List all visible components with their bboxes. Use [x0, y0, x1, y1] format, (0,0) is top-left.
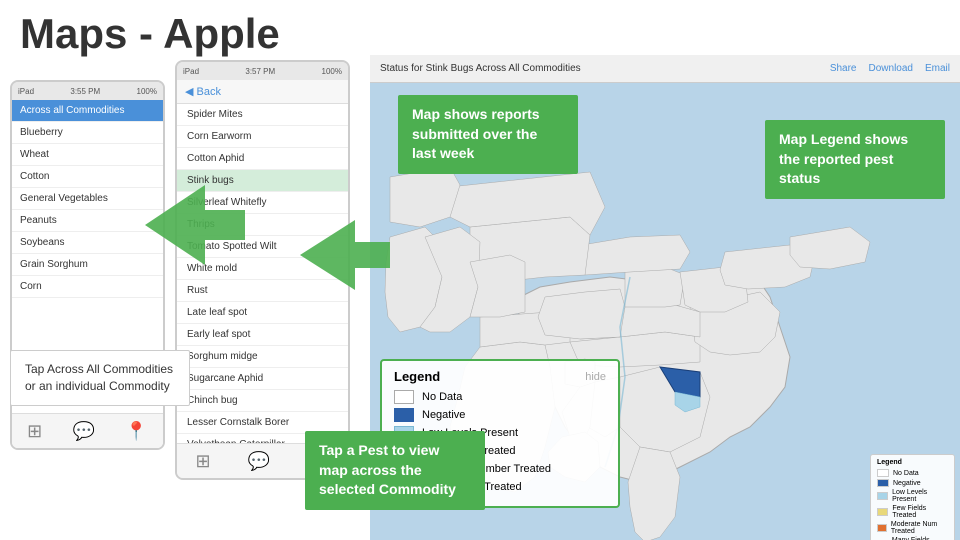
battery-right: 100% — [322, 67, 342, 76]
ls-low: Low Levels Present — [877, 489, 948, 503]
pest-sorghum-midge[interactable]: Sorghum midge — [177, 346, 348, 368]
negative-label: Negative — [422, 409, 465, 421]
legend-hide-button[interactable]: hide — [585, 371, 606, 383]
pest-corn-earworm[interactable]: Corn Earworm — [177, 126, 348, 148]
commodity-across-all[interactable]: Across all Commodities — [12, 100, 163, 122]
ipad-label-right: iPad — [183, 67, 199, 76]
left-toolbar: ⊞ 💬 📍 — [12, 413, 163, 448]
negative-swatch — [394, 408, 414, 422]
ls-moderate-label: Moderate Num Treated — [891, 521, 948, 535]
toolbar-icon-r1[interactable]: ⊞ — [196, 451, 211, 472]
ls-moderate: Moderate Num Treated — [877, 521, 948, 535]
callout-tap-commodity: Tap Across All Commodities or an individ… — [10, 350, 190, 406]
ls-negative: Negative — [877, 479, 948, 487]
pest-sugarcane[interactable]: Sugarcane Aphid — [177, 368, 348, 390]
no-data-swatch — [394, 390, 414, 404]
ls-no-data-swatch — [877, 469, 889, 477]
legend-no-data: No Data — [394, 390, 606, 404]
callout-map-shows: Map shows reports submitted over the las… — [398, 95, 578, 174]
callout-map-legend: Map Legend shows the reported pest statu… — [765, 120, 945, 199]
share-button[interactable]: Share — [830, 63, 857, 74]
commodity-soybeans[interactable]: Soybeans — [12, 232, 163, 254]
commodity-cotton[interactable]: Cotton — [12, 166, 163, 188]
pest-early-leaf[interactable]: Early leaf spot — [177, 324, 348, 346]
back-button[interactable]: ◀ Back — [185, 85, 221, 98]
pest-cotton-aphid[interactable]: Cotton Aphid — [177, 148, 348, 170]
map-status-bar: Status for Stink Bugs Across All Commodi… — [370, 55, 960, 83]
ls-few-label: Few Fields Treated — [892, 505, 948, 519]
legend-negative: Negative — [394, 408, 606, 422]
status-bar-right: iPad 3:57 PM 100% — [177, 62, 348, 80]
commodity-peanuts[interactable]: Peanuts — [12, 210, 163, 232]
ls-negative-swatch — [877, 479, 889, 487]
battery-left: 100% — [137, 87, 157, 96]
back-bar: ◀ Back — [177, 80, 348, 104]
legend-header: Legend hide — [394, 369, 606, 384]
legend-small-title: Legend — [877, 459, 948, 466]
ls-no-data: No Data — [877, 469, 948, 477]
ls-moderate-swatch — [877, 524, 887, 532]
status-bar-left: iPad 3:55 PM 100% — [12, 82, 163, 100]
arrow-to-left-ipad — [145, 185, 245, 265]
callout-tap-pest: Tap a Pest to view map across the select… — [305, 431, 485, 510]
pest-late-leaf[interactable]: Late leaf spot — [177, 302, 348, 324]
pest-chinch[interactable]: Chinch bug — [177, 390, 348, 412]
map-status-title: Status for Stink Bugs Across All Commodi… — [380, 63, 818, 74]
page-title: Maps - Apple — [20, 10, 280, 58]
pest-spider-mites[interactable]: Spider Mites — [177, 104, 348, 126]
commodity-general-veg[interactable]: General Vegetables — [12, 188, 163, 210]
time-right: 3:57 PM — [245, 67, 275, 76]
ls-negative-label: Negative — [893, 480, 921, 487]
time-left: 3:55 PM — [70, 87, 100, 96]
download-button[interactable]: Download — [869, 63, 913, 74]
commodity-corn[interactable]: Corn — [12, 276, 163, 298]
ls-few-swatch — [877, 508, 888, 516]
toolbar-icon-r2[interactable]: 💬 — [248, 451, 270, 472]
toolbar-icon-2[interactable]: 💬 — [73, 421, 95, 442]
legend-title: Legend — [394, 369, 440, 384]
commodity-blueberry[interactable]: Blueberry — [12, 122, 163, 144]
email-button[interactable]: Email — [925, 63, 950, 74]
no-data-label: No Data — [422, 391, 462, 403]
ls-low-swatch — [877, 492, 888, 500]
arrow-to-pest-list — [300, 220, 390, 290]
toolbar-icon-1[interactable]: ⊞ — [27, 421, 42, 442]
ipad-label-left: iPad — [18, 87, 34, 96]
commodity-grain-sorghum[interactable]: Grain Sorghum — [12, 254, 163, 276]
commodity-wheat[interactable]: Wheat — [12, 144, 163, 166]
ls-few: Few Fields Treated — [877, 505, 948, 519]
toolbar-icon-3[interactable]: 📍 — [125, 421, 147, 442]
ls-low-label: Low Levels Present — [892, 489, 948, 503]
legend-small: Legend No Data Negative Low Levels Prese… — [870, 454, 955, 540]
ls-no-data-label: No Data — [893, 470, 919, 477]
